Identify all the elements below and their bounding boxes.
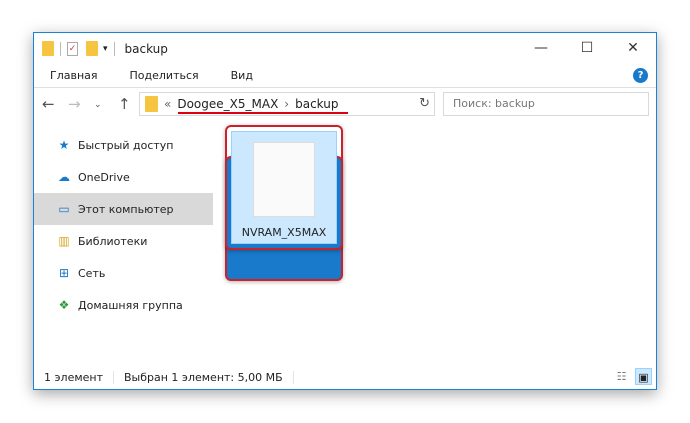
details-view-icon[interactable]: ☷ — [613, 368, 630, 385]
new-folder-icon[interactable] — [86, 41, 98, 56]
address-bar[interactable]: « Doogee_X5_MAX › backup ↻ — [139, 92, 435, 116]
network-icon: ⊞ — [58, 266, 70, 280]
sidebar-item-onedrive[interactable]: ☁ OneDrive — [34, 161, 213, 193]
selection-info: Выбран 1 элемент: 5,00 МБ — [114, 370, 294, 384]
overflow-chevron[interactable]: « — [164, 97, 171, 111]
star-icon: ★ — [58, 138, 70, 152]
sidebar-item-label: Библиотеки — [78, 234, 148, 248]
sidebar-item-label: Этот компьютер — [78, 202, 174, 216]
back-arrow-icon[interactable]: ← — [42, 95, 55, 113]
large-icons-view-icon[interactable]: ▣ — [635, 368, 652, 385]
divider — [113, 41, 115, 56]
computer-icon: ▭ — [58, 202, 70, 216]
item-count: 1 элемент — [34, 370, 114, 384]
sidebar-item-this-pc[interactable]: ▭ Этот компьютер — [34, 193, 213, 225]
minimize-button[interactable]: — — [518, 33, 564, 64]
breadcrumb-separator[interactable]: › — [284, 97, 289, 111]
sidebar-item-label: Сеть — [78, 266, 106, 280]
homegroup-icon: ❖ — [58, 298, 70, 312]
tab-home[interactable]: Главная — [34, 64, 114, 87]
search-input[interactable]: Поиск: backup — [443, 92, 649, 116]
up-arrow-icon[interactable]: ↑ — [118, 95, 131, 113]
folder-icon — [42, 41, 54, 56]
customize-qat-icon[interactable]: ▾ — [103, 44, 108, 54]
forward-arrow-icon[interactable]: → — [68, 95, 81, 113]
maximize-button[interactable]: ☐ — [564, 33, 610, 64]
recent-chevron-icon[interactable]: ⌄ — [94, 100, 102, 110]
sidebar-item-label: Домашняя группа — [78, 298, 183, 312]
ribbon-tabs: Файл Главная Поделиться Вид ? — [34, 64, 656, 281]
sidebar-item-homegroup[interactable]: ❖ Домашняя группа — [34, 289, 213, 321]
library-icon: ▥ — [58, 234, 70, 248]
sidebar-item-quick-access[interactable]: ★ Быстрый доступ — [34, 129, 213, 161]
breadcrumb-backup[interactable]: backup — [295, 97, 338, 111]
tab-view[interactable]: Вид — [215, 64, 269, 87]
divider — [60, 41, 61, 56]
close-button[interactable]: ✕ — [610, 33, 656, 64]
file-name: NVRAM_X5MAX — [241, 226, 327, 239]
file-selection: NVRAM_X5MAX — [231, 131, 337, 244]
sidebar-item-network[interactable]: ⊞ Сеть — [34, 257, 213, 289]
explorer-window: ✓ ▾ backup — ☐ ✕ Файл Главная Поделиться… — [33, 32, 657, 390]
file-icon — [253, 142, 315, 217]
folder-icon — [145, 96, 158, 112]
tab-share[interactable]: Поделиться — [114, 64, 215, 87]
navigation-pane: ★ Быстрый доступ ☁ OneDrive ▭ Этот компьюте… — [34, 129, 213, 321]
file-item[interactable]: NVRAM_X5MAX — [225, 125, 343, 250]
breadcrumb-doogee[interactable]: Doogee_X5_MAX — [177, 97, 278, 111]
status-bar: 1 элемент Выбран 1 элемент: 5,00 МБ ☷ ▣ — [34, 365, 656, 389]
properties-icon[interactable]: ✓ — [67, 41, 78, 56]
sidebar-item-libraries[interactable]: ▥ Библиотеки — [34, 225, 213, 257]
sidebar-item-label: Быстрый доступ — [78, 138, 174, 152]
help-icon[interactable]: ? — [633, 68, 648, 83]
title-bar: ✓ ▾ backup — ☐ ✕ — [34, 33, 656, 64]
refresh-icon[interactable]: ↻ — [419, 96, 430, 111]
window-title: backup — [124, 41, 168, 56]
sidebar-item-label: OneDrive — [78, 170, 130, 184]
navigation-bar: ← → ⌄ ↑ « Doogee_X5_MAX › backup ↻ Поиск… — [34, 91, 656, 119]
highlight-underline — [178, 112, 348, 114]
cloud-icon: ☁ — [58, 170, 70, 184]
